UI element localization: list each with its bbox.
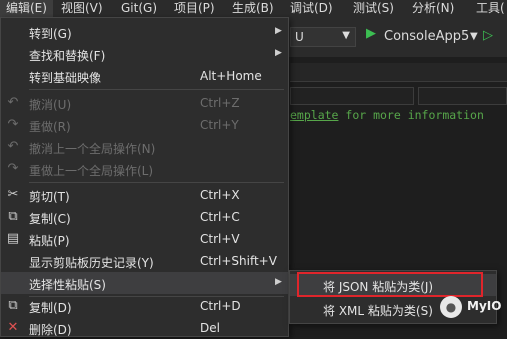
menu-tools[interactable]: 工具( bbox=[470, 0, 507, 17]
menu-item-shortcut: Ctrl+D bbox=[200, 299, 241, 313]
play-icon[interactable]: ▶ bbox=[366, 26, 376, 41]
menu-item-label: 转到基础映像 bbox=[29, 71, 102, 85]
menu-item-paste[interactable]: ▤ 粘贴(P) Ctrl+V bbox=[1, 228, 288, 250]
navigation-bar-member[interactable] bbox=[418, 87, 507, 105]
run-target-button[interactable]: ConsoleApp5 bbox=[384, 29, 469, 44]
menu-item-shortcut: Ctrl+Z bbox=[200, 96, 240, 110]
menu-item-label: 撤消上一个全局操作(N) bbox=[29, 142, 156, 156]
menu-debug[interactable]: 调试(D) bbox=[284, 0, 339, 17]
menu-item-label: 删除(D) bbox=[29, 323, 72, 337]
menu-item-goto-base[interactable]: 转到基础映像 Alt+Home bbox=[1, 65, 288, 87]
menu-analyze[interactable]: 分析(N) bbox=[406, 0, 460, 17]
edit-menu-dropdown: 转到(G) ▶ 查找和替换(F) ▶ 转到基础映像 Alt+Home ↶ 撤消(… bbox=[0, 17, 289, 337]
menu-item-label: 复制(C) bbox=[29, 212, 71, 226]
code-comment-text: for more information bbox=[338, 108, 484, 122]
menu-item-copy[interactable]: ⧉ 复制(C) Ctrl+C bbox=[1, 206, 288, 228]
menu-item-label: 撤消(U) bbox=[29, 98, 72, 112]
start-without-debugging-icon[interactable]: ▷ bbox=[483, 28, 493, 43]
redo-icon: ↷ bbox=[7, 117, 19, 132]
menu-item-undo[interactable]: ↶ 撤消(U) Ctrl+Z bbox=[1, 92, 288, 114]
menu-item-paste-json-as-classes[interactable]: 将 JSON 粘贴为类(J) bbox=[290, 274, 496, 296]
menu-item-delete[interactable]: ✕ 删除(D) Del bbox=[1, 317, 288, 339]
wechat-logo-icon: ● bbox=[440, 296, 462, 318]
menu-test[interactable]: 测试(S) bbox=[347, 0, 400, 17]
menu-item-label: 选择性粘贴(S) bbox=[29, 278, 106, 292]
undo-icon: ↶ bbox=[7, 95, 19, 110]
menu-separator bbox=[29, 182, 284, 183]
code-link[interactable]: emplate bbox=[290, 108, 338, 122]
delete-icon: ✕ bbox=[7, 320, 19, 335]
duplicate-icon: ⧉ bbox=[8, 298, 18, 313]
menu-item-shortcut: Ctrl+C bbox=[200, 210, 240, 224]
menu-build[interactable]: 生成(B) bbox=[226, 0, 280, 17]
menu-item-label: 转到(G) bbox=[29, 27, 72, 41]
menu-item-cut[interactable]: ✂ 剪切(T) Ctrl+X bbox=[1, 184, 288, 206]
menu-item-label: 将 XML 粘贴为类(S) bbox=[323, 304, 433, 318]
configuration-value: U bbox=[295, 30, 304, 44]
menu-item-label: 查找和替换(F) bbox=[29, 49, 106, 63]
document-tab-strip bbox=[290, 63, 507, 82]
menu-item-shortcut: Alt+Home bbox=[200, 69, 262, 83]
code-comment-line: emplate for more information bbox=[290, 108, 484, 122]
menu-item-label: 剪切(T) bbox=[29, 190, 70, 204]
menu-view[interactable]: 视图(V) bbox=[55, 0, 109, 17]
submenu-arrow-icon: ▶ bbox=[275, 277, 282, 287]
menu-item-label: 重做(R) bbox=[29, 120, 71, 134]
menu-separator bbox=[29, 89, 284, 90]
menu-git[interactable]: Git(G) bbox=[115, 0, 163, 17]
watermark: ● MyIO bbox=[440, 296, 502, 318]
menu-item-label: 重做上一个全局操作(L) bbox=[29, 164, 154, 178]
chevron-down-icon: ▼ bbox=[342, 30, 350, 41]
menu-item-paste-special[interactable]: 选择性粘贴(S) ▶ bbox=[1, 272, 288, 294]
menu-item-redo-global[interactable]: ↷ 重做上一个全局操作(L) bbox=[1, 158, 288, 180]
navigation-bar-project[interactable] bbox=[290, 87, 414, 105]
scissors-icon: ✂ bbox=[7, 187, 19, 202]
submenu-arrow-icon: ▶ bbox=[275, 26, 282, 36]
menu-item-shortcut: Ctrl+Shift+V bbox=[200, 254, 277, 268]
menu-item-label: 粘贴(P) bbox=[29, 234, 70, 248]
menu-item-clipboard-history[interactable]: 显示剪贴板历史记录(Y) Ctrl+Shift+V bbox=[1, 250, 288, 272]
menu-item-label: 将 JSON 粘贴为类(J) bbox=[323, 280, 434, 294]
menu-item-shortcut: Ctrl+Y bbox=[200, 118, 239, 132]
menu-edit[interactable]: 编辑(E) bbox=[0, 0, 53, 17]
menu-project[interactable]: 项目(P) bbox=[168, 0, 221, 17]
menu-item-find-replace[interactable]: 查找和替换(F) ▶ bbox=[1, 43, 288, 65]
copy-icon: ⧉ bbox=[8, 209, 18, 224]
menu-item-shortcut: Ctrl+V bbox=[200, 232, 240, 246]
menu-item-redo[interactable]: ↷ 重做(R) Ctrl+Y bbox=[1, 114, 288, 136]
chevron-down-icon[interactable]: ▼ bbox=[470, 31, 478, 42]
undo-global-icon: ↶ bbox=[7, 139, 19, 154]
redo-global-icon: ↷ bbox=[7, 161, 19, 176]
watermark-text: MyIO bbox=[467, 299, 502, 313]
menu-item-duplicate[interactable]: ⧉ 复制(D) Ctrl+D bbox=[1, 295, 288, 317]
paste-icon: ▤ bbox=[6, 231, 20, 246]
menu-item-undo-global[interactable]: ↶ 撤消上一个全局操作(N) bbox=[1, 136, 288, 158]
menu-item-label: 显示剪贴板历史记录(Y) bbox=[29, 256, 154, 270]
menu-bar: 编辑(E) 视图(V) Git(G) 项目(P) 生成(B) 调试(D) 测试(… bbox=[0, 0, 507, 17]
submenu-arrow-icon: ▶ bbox=[275, 48, 282, 58]
menu-item-label: 复制(D) bbox=[29, 301, 72, 315]
menu-item-shortcut: Ctrl+X bbox=[200, 188, 240, 202]
configuration-dropdown[interactable]: U ▼ bbox=[290, 27, 356, 47]
menu-item-goto[interactable]: 转到(G) ▶ bbox=[1, 21, 288, 43]
menu-item-shortcut: Del bbox=[200, 321, 220, 335]
